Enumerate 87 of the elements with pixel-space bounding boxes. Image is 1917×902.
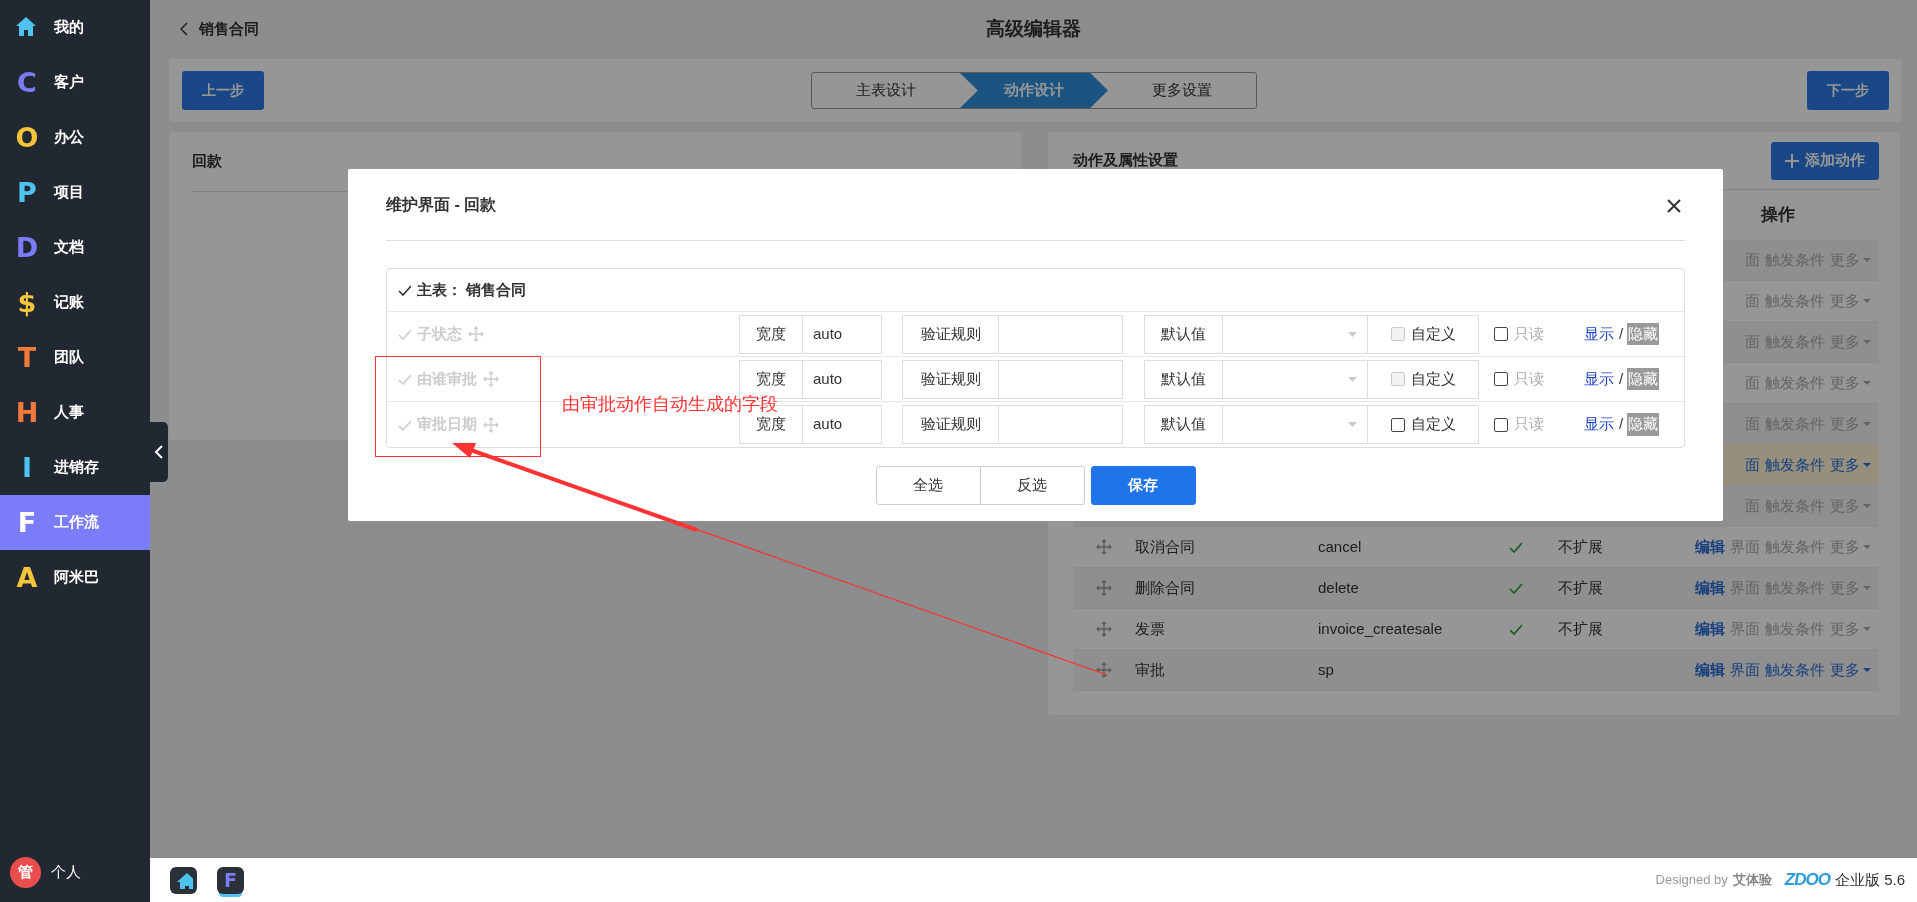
- action-link[interactable]: 界面: [1730, 658, 1760, 682]
- letter-icon: P: [14, 179, 40, 206]
- select-button[interactable]: 反选: [979, 466, 1085, 505]
- table-cell-text: invoice_createsale: [1318, 618, 1444, 639]
- save-button[interactable]: 保存: [1090, 466, 1196, 505]
- letter-icon: $: [14, 289, 40, 316]
- input-label: 验证规则: [902, 359, 999, 399]
- custom-checkbox[interactable]: 自定义: [1368, 405, 1479, 444]
- credit-text: Designed by: [1655, 871, 1728, 890]
- next-button[interactable]: 下一步: [1807, 71, 1889, 110]
- modal-title: 维护界面 - 回款: [386, 194, 497, 215]
- panel-title: 动作及属性设置: [1073, 150, 1178, 171]
- letter-icon: O: [14, 124, 40, 151]
- letter-icon: D: [14, 234, 40, 261]
- input-label: 验证规则: [902, 314, 999, 354]
- step-tab[interactable]: 更多设置: [1108, 73, 1256, 108]
- prev-button[interactable]: 上一步: [182, 71, 264, 110]
- input-label: 默认值: [1144, 405, 1223, 444]
- sidebar-item[interactable]: C 客户: [0, 55, 150, 110]
- toggle-link[interactable]: 隐藏: [1627, 367, 1660, 391]
- toggle-link[interactable]: 显示: [1583, 322, 1615, 346]
- readonly-checkbox[interactable]: 只读: [1494, 367, 1583, 391]
- taskbar-app[interactable]: F: [217, 866, 244, 894]
- action-link[interactable]: 面: [1745, 453, 1760, 477]
- action-link[interactable]: 编辑: [1695, 658, 1725, 682]
- letter-icon: A: [14, 564, 40, 591]
- select-button[interactable]: 全选: [875, 466, 981, 505]
- toggle-link[interactable]: 显示: [1583, 413, 1615, 436]
- action-link[interactable]: 编辑: [1695, 617, 1725, 641]
- step-tab[interactable]: 主表设计: [812, 73, 960, 108]
- action-link[interactable]: 更多: [1830, 453, 1871, 477]
- input-label: 宽度: [739, 314, 803, 354]
- table-cell-text: 取消合同: [1135, 536, 1196, 557]
- logo: ZDOO: [1784, 869, 1830, 892]
- action-link[interactable]: 触发条件: [1765, 453, 1825, 477]
- table-cell-text: 删除合同: [1135, 577, 1196, 598]
- sidebar-item[interactable]: D 文档: [0, 220, 150, 275]
- readonly-checkbox[interactable]: 只读: [1494, 322, 1583, 346]
- letter-icon: F: [14, 509, 40, 536]
- table-cell-text: 发票: [1135, 618, 1166, 639]
- table-cell-text: 不扩展: [1558, 577, 1604, 598]
- separator: /: [1619, 368, 1624, 389]
- step-tab[interactable]: 动作设计: [960, 73, 1108, 108]
- width-field[interactable]: auto: [803, 405, 882, 444]
- table-title: 主表： 销售合同: [417, 279, 527, 300]
- table-cell-text: 不扩展: [1558, 618, 1604, 639]
- table-cell-text: 审批: [1135, 659, 1166, 680]
- toggle-link[interactable]: 隐藏: [1627, 413, 1660, 436]
- action-link[interactable]: 编辑: [1695, 576, 1725, 600]
- sidebar-item[interactable]: F 工作流: [0, 495, 150, 550]
- sidebar-item[interactable]: A 阿米巴: [0, 550, 150, 605]
- input-label: 默认值: [1144, 359, 1223, 399]
- add-action-button[interactable]: 添加动作: [1771, 141, 1879, 180]
- sidebar-item[interactable]: T 团队: [0, 330, 150, 385]
- separator: /: [1619, 323, 1624, 344]
- action-link[interactable]: 触发条件: [1765, 658, 1825, 682]
- letter-icon: I: [14, 454, 40, 481]
- action-link[interactable]: 编辑: [1695, 535, 1725, 559]
- width-field[interactable]: auto: [803, 314, 882, 354]
- back-link[interactable]: 销售合同: [180, 17, 259, 41]
- sidebar-item[interactable]: O 办公: [0, 110, 150, 165]
- edition-label: 企业版 5.6: [1834, 869, 1905, 890]
- column-header: 操作: [1759, 204, 1796, 227]
- avatar: 管: [10, 857, 41, 888]
- table-cell-text: delete: [1318, 577, 1360, 598]
- page-title: 高级编辑器: [986, 16, 1081, 41]
- user-label[interactable]: 个人: [51, 861, 81, 884]
- sidebar-item[interactable]: I 进销存: [0, 440, 150, 495]
- action-link[interactable]: 更多: [1830, 658, 1871, 682]
- credit-name: 艾体验: [1732, 871, 1772, 890]
- width-field[interactable]: auto: [803, 359, 882, 399]
- sidebar-item[interactable]: H 人事: [0, 385, 150, 440]
- readonly-checkbox[interactable]: 只读: [1494, 413, 1583, 436]
- input-label: 默认值: [1144, 314, 1223, 354]
- toggle-link[interactable]: 显示: [1583, 367, 1615, 391]
- input-label: 验证规则: [902, 405, 999, 444]
- toggle-link[interactable]: 隐藏: [1627, 322, 1660, 346]
- letter-icon: H: [14, 399, 40, 426]
- sidebar-item[interactable]: 我的: [0, 0, 150, 55]
- table-cell-text: sp: [1318, 659, 1335, 680]
- table-cell-text: 不扩展: [1558, 536, 1604, 557]
- table-cell-text: cancel: [1318, 536, 1363, 557]
- sidebar-item[interactable]: $ 记账: [0, 275, 150, 330]
- sidebar-item[interactable]: P 项目: [0, 165, 150, 220]
- letter-icon: T: [14, 344, 40, 371]
- separator: /: [1619, 414, 1624, 435]
- letter-icon: C: [14, 69, 40, 96]
